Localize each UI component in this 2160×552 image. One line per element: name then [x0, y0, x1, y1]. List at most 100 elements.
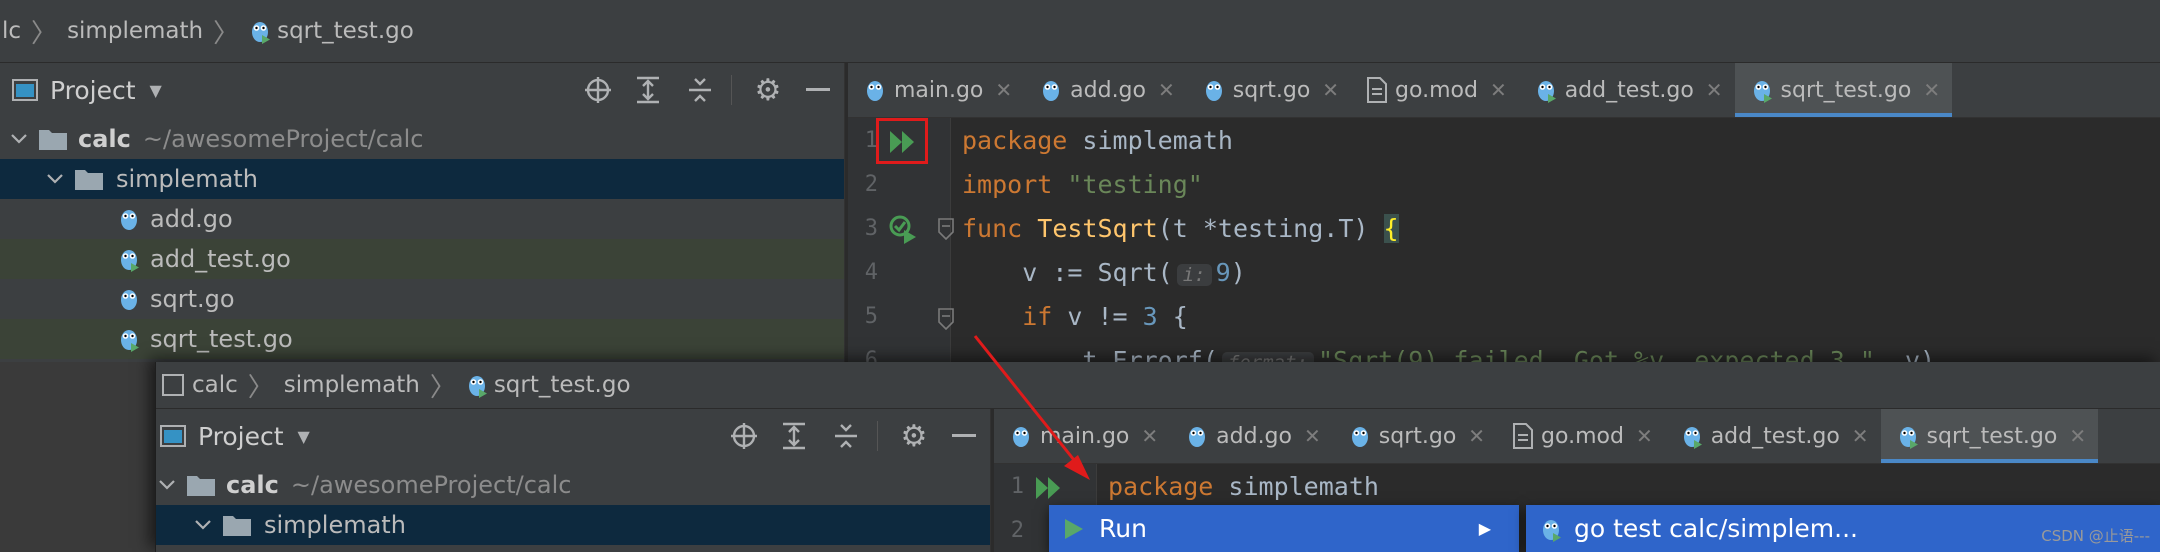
- tree-row-file[interactable]: sqrt_test.go: [0, 319, 844, 359]
- collapse-all-icon[interactable]: [684, 74, 716, 106]
- close-icon[interactable]: ✕: [2069, 424, 2086, 448]
- close-icon[interactable]: ✕: [1923, 78, 1940, 102]
- gear-icon[interactable]: ⚙: [752, 73, 784, 108]
- tab-add-test-go[interactable]: add_test.go ✕: [1665, 409, 1881, 463]
- close-icon[interactable]: ✕: [1141, 424, 1158, 448]
- chevron-right-icon: ▶: [1478, 519, 1491, 538]
- close-icon[interactable]: ✕: [1304, 424, 1321, 448]
- collapse-all-icon[interactable]: [830, 420, 862, 452]
- line-number: 4: [864, 260, 878, 285]
- highlight-box: [876, 118, 928, 164]
- editor-tab-bar: main.go ✕ add.go ✕ sqrt.go ✕ go.mod ✕ add_te…: [994, 409, 2160, 464]
- tree-row-calc[interactable]: calc ~/awesomeProject/calc: [156, 465, 990, 505]
- go-test-file-icon: [121, 330, 139, 352]
- tree-row-simplemath[interactable]: simplemath: [0, 159, 844, 199]
- close-icon[interactable]: ✕: [995, 78, 1012, 102]
- line-number: 5: [864, 304, 878, 329]
- close-icon[interactable]: ✕: [1706, 78, 1723, 102]
- locate-file-icon[interactable]: [728, 420, 760, 452]
- tab-main-go[interactable]: main.go ✕: [848, 63, 1024, 117]
- chevron-down-icon: [192, 520, 214, 530]
- close-icon[interactable]: ✕: [1468, 424, 1485, 448]
- hide-panel-icon[interactable]: [948, 420, 980, 452]
- go-test-file-icon: [468, 376, 487, 398]
- tab-sqrt-go[interactable]: sqrt.go ✕: [1187, 63, 1351, 117]
- tab-add-test-go[interactable]: add_test.go ✕: [1519, 63, 1735, 117]
- breadcrumb-separator-icon: 〉: [31, 18, 58, 49]
- tree-row-simplemath[interactable]: simplemath: [156, 505, 990, 545]
- chevron-down-icon: [44, 174, 66, 184]
- tab-sqrt-test-go[interactable]: sqrt_test.go ✕: [1880, 409, 2099, 463]
- line-number: 3: [864, 216, 878, 241]
- parameter-hint: i:: [1176, 264, 1212, 286]
- tree-row-file[interactable]: sqrt.go: [0, 279, 844, 319]
- project-panel-header: Project ▼ ⚙: [0, 63, 845, 117]
- text-file-icon: [1367, 77, 1388, 103]
- tab-main-go[interactable]: main.go ✕: [994, 409, 1170, 463]
- close-icon[interactable]: ✕: [1490, 78, 1507, 102]
- go-file-icon: [121, 290, 137, 310]
- code-line: t.Errorf(format:"Sqrt(9) failed. Got %v,…: [962, 346, 1935, 362]
- text-file-icon: [1513, 423, 1534, 449]
- tab-sqrt-test-go[interactable]: sqrt_test.go ✕: [1734, 63, 1953, 117]
- breadcrumb-project[interactable]: calc: [162, 372, 238, 398]
- code-line: package simplemath: [1108, 472, 1379, 501]
- folder-icon: [75, 170, 103, 190]
- project-tree: calc ~/awesomeProject/calc simplemath: [156, 463, 991, 552]
- watermark: CSDN @止语---: [2041, 527, 2150, 545]
- tab-go-mod[interactable]: go.mod ✕: [1351, 63, 1519, 117]
- tab-add-go[interactable]: add.go ✕: [1170, 409, 1333, 463]
- context-menu: Run ▶: [1049, 505, 1519, 552]
- go-file-icon: [121, 210, 137, 230]
- tab-go-mod[interactable]: go.mod ✕: [1497, 409, 1665, 463]
- expand-all-icon[interactable]: [632, 74, 664, 106]
- code-line: func TestSqrt(t *testing.T) {: [962, 214, 1399, 243]
- project-window-icon: [12, 79, 38, 101]
- run-all-tests-icon[interactable]: [1034, 474, 1066, 502]
- fold-marker-icon[interactable]: [938, 218, 954, 240]
- run-test-passed-icon[interactable]: [888, 214, 920, 246]
- tab-add-go[interactable]: add.go ✕: [1024, 63, 1187, 117]
- code-line: import "testing": [962, 170, 1203, 199]
- go-test-file-icon: [1683, 427, 1702, 449]
- tab-sqrt-go[interactable]: sqrt.go ✕: [1333, 409, 1497, 463]
- close-icon[interactable]: ✕: [1158, 78, 1175, 102]
- ide-window-top: lc 〉 simplemath 〉 sqrt_test.go Project ▼…: [0, 0, 2160, 362]
- close-icon[interactable]: ✕: [1852, 424, 1869, 448]
- tree-row-file[interactable]: add_test.go: [0, 239, 844, 279]
- folder-icon: [39, 130, 67, 150]
- project-window-icon: [160, 425, 186, 447]
- breadcrumb-file[interactable]: sqrt_test.go: [249, 18, 414, 44]
- project-panel-header: Project ▼ ⚙: [156, 409, 991, 463]
- breadcrumb-package[interactable]: simplemath: [67, 18, 203, 44]
- code-line: package simplemath: [962, 126, 1233, 155]
- menu-item-run[interactable]: Run ▶: [1049, 505, 1519, 552]
- module-icon: [162, 374, 184, 396]
- chevron-down-icon: [156, 480, 178, 490]
- tree-row-file[interactable]: add.go: [0, 199, 844, 239]
- locate-file-icon[interactable]: [582, 74, 614, 106]
- code-editor[interactable]: 1 2 3 4 5 6 package simplemath import "t…: [848, 118, 2160, 362]
- expand-all-icon[interactable]: [778, 420, 810, 452]
- tree-row-calc[interactable]: calc ~/awesomeProject/calc: [0, 119, 844, 159]
- close-icon[interactable]: ✕: [1636, 424, 1653, 448]
- go-test-file-icon: [1753, 81, 1772, 103]
- go-file-icon: [1013, 427, 1029, 447]
- go-test-file-icon: [121, 250, 139, 272]
- breadcrumb-package[interactable]: simplemath: [284, 372, 420, 398]
- navigation-bar: calc 〉 simplemath 〉 sqrt_test.go: [156, 362, 2160, 409]
- gear-icon[interactable]: ⚙: [898, 419, 930, 454]
- background-area: [0, 362, 155, 552]
- editor-tab-bar: main.go ✕ add.go ✕ sqrt.go ✕ go.mod ✕ add_te…: [848, 63, 2160, 118]
- parameter-hint: format:: [1221, 352, 1314, 362]
- close-icon[interactable]: ✕: [1322, 78, 1339, 102]
- breadcrumb-file[interactable]: sqrt_test.go: [466, 372, 631, 398]
- project-view-selector[interactable]: Project ▼: [12, 76, 162, 105]
- breadcrumb-separator-icon: 〉: [429, 372, 456, 403]
- project-view-selector[interactable]: Project ▼: [160, 422, 310, 451]
- hide-panel-icon[interactable]: [802, 74, 834, 106]
- project-tree: calc ~/awesomeProject/calc simplemath add…: [0, 117, 845, 362]
- chevron-down-icon: [8, 134, 30, 144]
- fold-marker-icon[interactable]: [938, 308, 954, 330]
- breadcrumb-project[interactable]: lc: [2, 18, 21, 44]
